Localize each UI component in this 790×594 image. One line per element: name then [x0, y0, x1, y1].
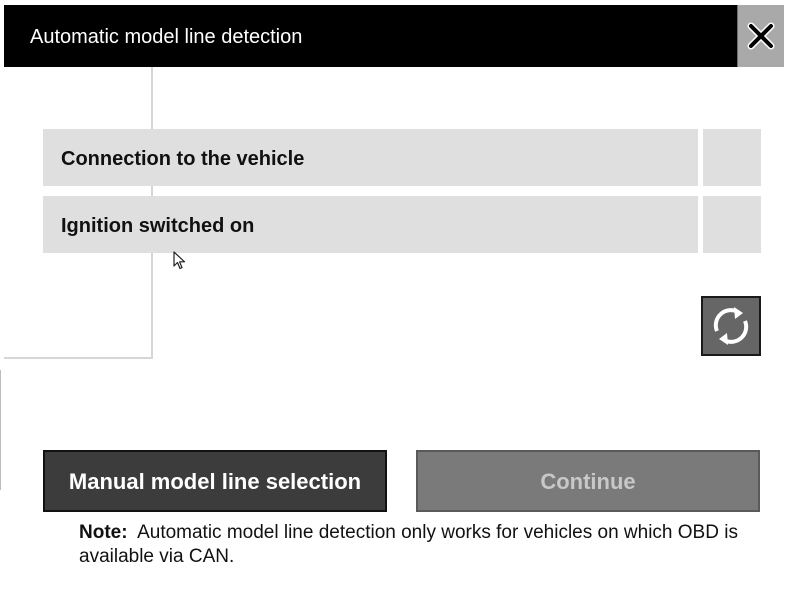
mouse-pointer-icon [173, 251, 186, 270]
note-prefix: Note: [79, 522, 128, 543]
check-status-ignition [703, 196, 761, 253]
check-label-ignition: Ignition switched on [61, 215, 255, 237]
dialog-title: Automatic model line detection [30, 26, 303, 48]
check-row-connection: Connection to the vehicle [43, 129, 761, 186]
check-label-cell: Connection to the vehicle [43, 129, 698, 186]
close-x-icon [747, 22, 775, 50]
continue-button[interactable]: Continue [416, 450, 760, 512]
refresh-button[interactable] [701, 296, 761, 356]
refresh-icon [713, 307, 749, 345]
model-line-detection-dialog: Automatic model line detection Connectio… [0, 0, 790, 594]
note-text: Note: Automatic model line detection onl… [79, 521, 759, 569]
note-body: Automatic model line detection only work… [79, 522, 738, 567]
check-status-connection [703, 129, 761, 186]
close-button[interactable] [737, 5, 784, 67]
check-label-cell: Ignition switched on [43, 196, 698, 253]
manual-model-line-selection-button[interactable]: Manual model line selection [43, 450, 387, 512]
check-label-connection: Connection to the vehicle [61, 148, 305, 170]
window-edge-divider [0, 370, 1, 490]
check-row-ignition: Ignition switched on [43, 196, 761, 253]
dialog-titlebar: Automatic model line detection [4, 5, 784, 67]
